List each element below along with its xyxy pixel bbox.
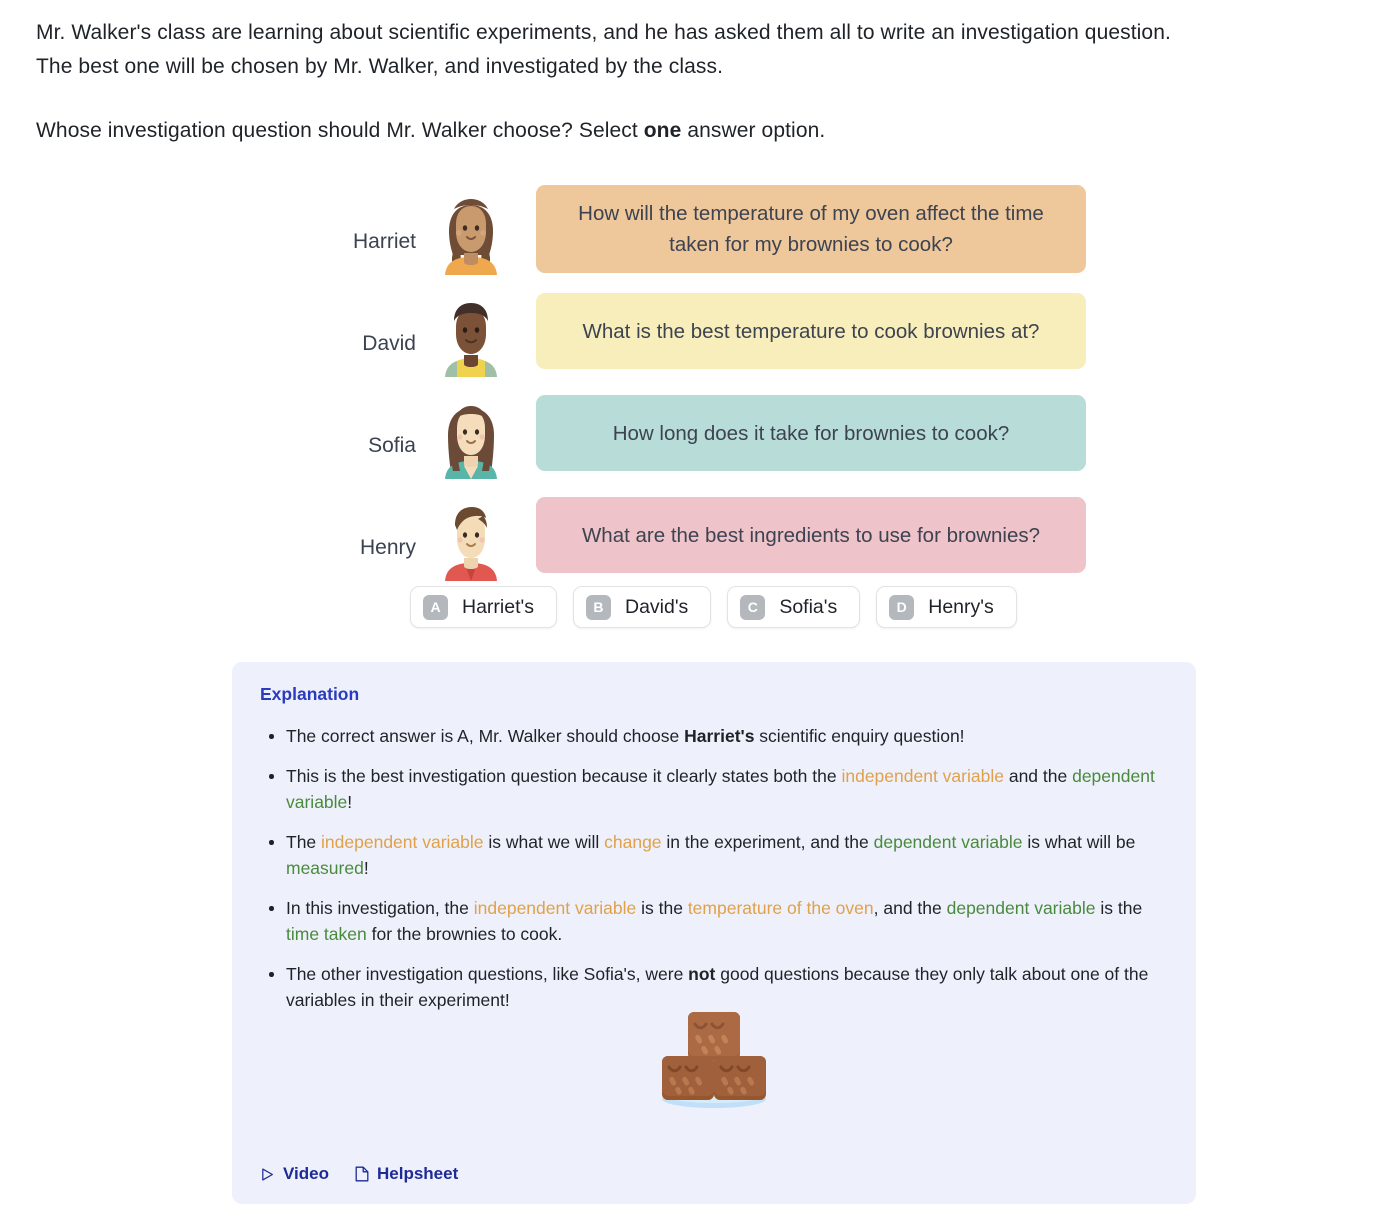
- bullet-text: This is the best investigation question …: [286, 766, 842, 786]
- bullet-text: The: [286, 832, 322, 852]
- brownie-illustration-wrap: [232, 994, 1196, 1114]
- helpsheet-link-label: Helpsheet: [376, 1164, 459, 1183]
- bullet-text: for the brownies to cook.: [366, 924, 563, 944]
- student-name: Henry: [359, 535, 416, 559]
- explanation-bullet: In this investigation, the independent v…: [260, 895, 1168, 947]
- video-link[interactable]: Video: [260, 1164, 329, 1184]
- student-name: Sofia: [368, 433, 416, 457]
- prompt-line-3-before: Whose investigation question should Mr. …: [36, 119, 644, 142]
- option-letter-badge-b: B: [585, 594, 611, 620]
- answer-option-a[interactable]: A Harriet's: [410, 586, 557, 628]
- question-bubble-cell: How long does it take for brownies to co…: [512, 395, 1390, 471]
- independent-variable-text: independent variable: [841, 766, 1004, 786]
- explanation-bullet-list: The correct answer is A, Mr. Walker shou…: [260, 723, 1168, 1013]
- helpsheet-link[interactable]: Helpsheet: [355, 1164, 458, 1184]
- independent-variable-text: independent variable: [473, 898, 637, 918]
- option-label-c: Sofia's: [779, 595, 838, 618]
- david-avatar: [445, 303, 497, 377]
- option-letter-badge-a: A: [423, 594, 448, 620]
- answer-option-b[interactable]: B David's: [572, 586, 712, 628]
- dependent-variable-text: dependent variable: [873, 832, 1023, 852]
- bullet-bold-text: not: [688, 964, 716, 984]
- document-icon: [355, 1166, 369, 1182]
- bullet-text: is the: [636, 898, 688, 918]
- bullet-text: In this investigation, the: [286, 898, 474, 918]
- bullet-text: , and the: [873, 898, 947, 918]
- bullet-bold-text: Harriet's: [684, 726, 755, 746]
- bullet-text: is what we will: [483, 832, 605, 852]
- question-bubble-cell: How will the temperature of my oven affe…: [512, 185, 1390, 273]
- avatar: [430, 280, 512, 382]
- answer-options: A Harriet's B David's C Sofia's D Henry'…: [410, 586, 1017, 628]
- dependent-variable-text: measured: [286, 858, 364, 878]
- option-label-a: Harriet's: [462, 595, 534, 618]
- bullet-text: scientific enquiry question!: [754, 726, 965, 746]
- independent-variable-text: independent variable: [321, 832, 484, 852]
- answer-option-c[interactable]: C Sofia's: [727, 586, 861, 628]
- prompt-line-3-after: answer option.: [681, 119, 826, 142]
- bullet-text: The other investigation questions, like …: [286, 964, 689, 984]
- independent-variable-text: change: [604, 832, 662, 852]
- question-bubble-cell: What are the best ingredients to use for…: [512, 497, 1390, 573]
- bullet-text: !: [363, 858, 369, 878]
- option-letter-badge-d: D: [889, 594, 915, 620]
- henry-avatar: [445, 507, 497, 581]
- explanation-footer-links: Video Helpsheet: [260, 1164, 458, 1184]
- bullet-text: The correct answer is A, Mr. Walker shou…: [286, 726, 685, 746]
- option-label-b: David's: [624, 595, 689, 618]
- explanation-bullet: The independent variable is what we will…: [260, 829, 1168, 881]
- explanation-panel: Explanation The correct answer is A, Mr.…: [232, 662, 1196, 1204]
- bullet-text: is what will be: [1022, 832, 1136, 852]
- student-row: David What is the best temperature to co…: [0, 280, 1390, 382]
- harriet-avatar: [445, 199, 497, 275]
- prompt-line-2: The best one will be chosen by Mr. Walke…: [36, 55, 724, 78]
- question-prompt: Mr. Walker's class are learning about sc…: [36, 16, 1356, 148]
- student-question-bubble: How long does it take for brownies to co…: [536, 395, 1086, 471]
- student-name: Harriet: [352, 229, 416, 253]
- bullet-text: !: [347, 792, 353, 812]
- video-link-label: Video: [283, 1164, 329, 1183]
- question-bubble-cell: What is the best temperature to cook bro…: [512, 293, 1390, 369]
- bullet-text: is the: [1095, 898, 1143, 918]
- explanation-title: Explanation: [260, 684, 360, 704]
- avatar: [430, 484, 512, 586]
- prompt-emphasis-one: one: [643, 119, 682, 142]
- independent-variable-text: temperature of the oven: [687, 898, 874, 918]
- student-row: Harriet How will the temperature of my o…: [0, 178, 1390, 280]
- dependent-variable-text: time taken: [286, 924, 367, 944]
- option-letter-badge-c: C: [740, 594, 766, 620]
- student-question-bubble: How will the temperature of my oven affe…: [536, 185, 1086, 273]
- student-question-bubble: What is the best temperature to cook bro…: [536, 293, 1086, 369]
- prompt-line-1: Mr. Walker's class are learning about sc…: [36, 21, 1171, 44]
- prompt-line-3: Whose investigation question should Mr. …: [36, 114, 1356, 148]
- student-question-list: Harriet How will the temperature of my o…: [0, 178, 1390, 586]
- student-name: David: [362, 331, 416, 355]
- dependent-variable-text: dependent variable: [946, 898, 1096, 918]
- explanation-bullet: The correct answer is A, Mr. Walker shou…: [260, 723, 1168, 749]
- explanation-bullet: This is the best investigation question …: [260, 763, 1168, 815]
- student-row: Henry What are the best ingredients to u…: [0, 484, 1390, 586]
- avatar: [430, 178, 512, 280]
- answer-option-d[interactable]: D Henry's: [876, 586, 1017, 628]
- avatar: [430, 382, 512, 484]
- play-icon: [262, 1167, 273, 1181]
- bullet-text: and the: [1003, 766, 1073, 786]
- brownie-stack-illustration: [662, 1012, 766, 1108]
- student-question-bubble: What are the best ingredients to use for…: [536, 497, 1086, 573]
- sofia-avatar: [445, 406, 497, 479]
- option-label-d: Henry's: [928, 595, 994, 618]
- bullet-text: in the experiment, and the: [661, 832, 874, 852]
- student-row: Sofia How long does it take for brownies…: [0, 382, 1390, 484]
